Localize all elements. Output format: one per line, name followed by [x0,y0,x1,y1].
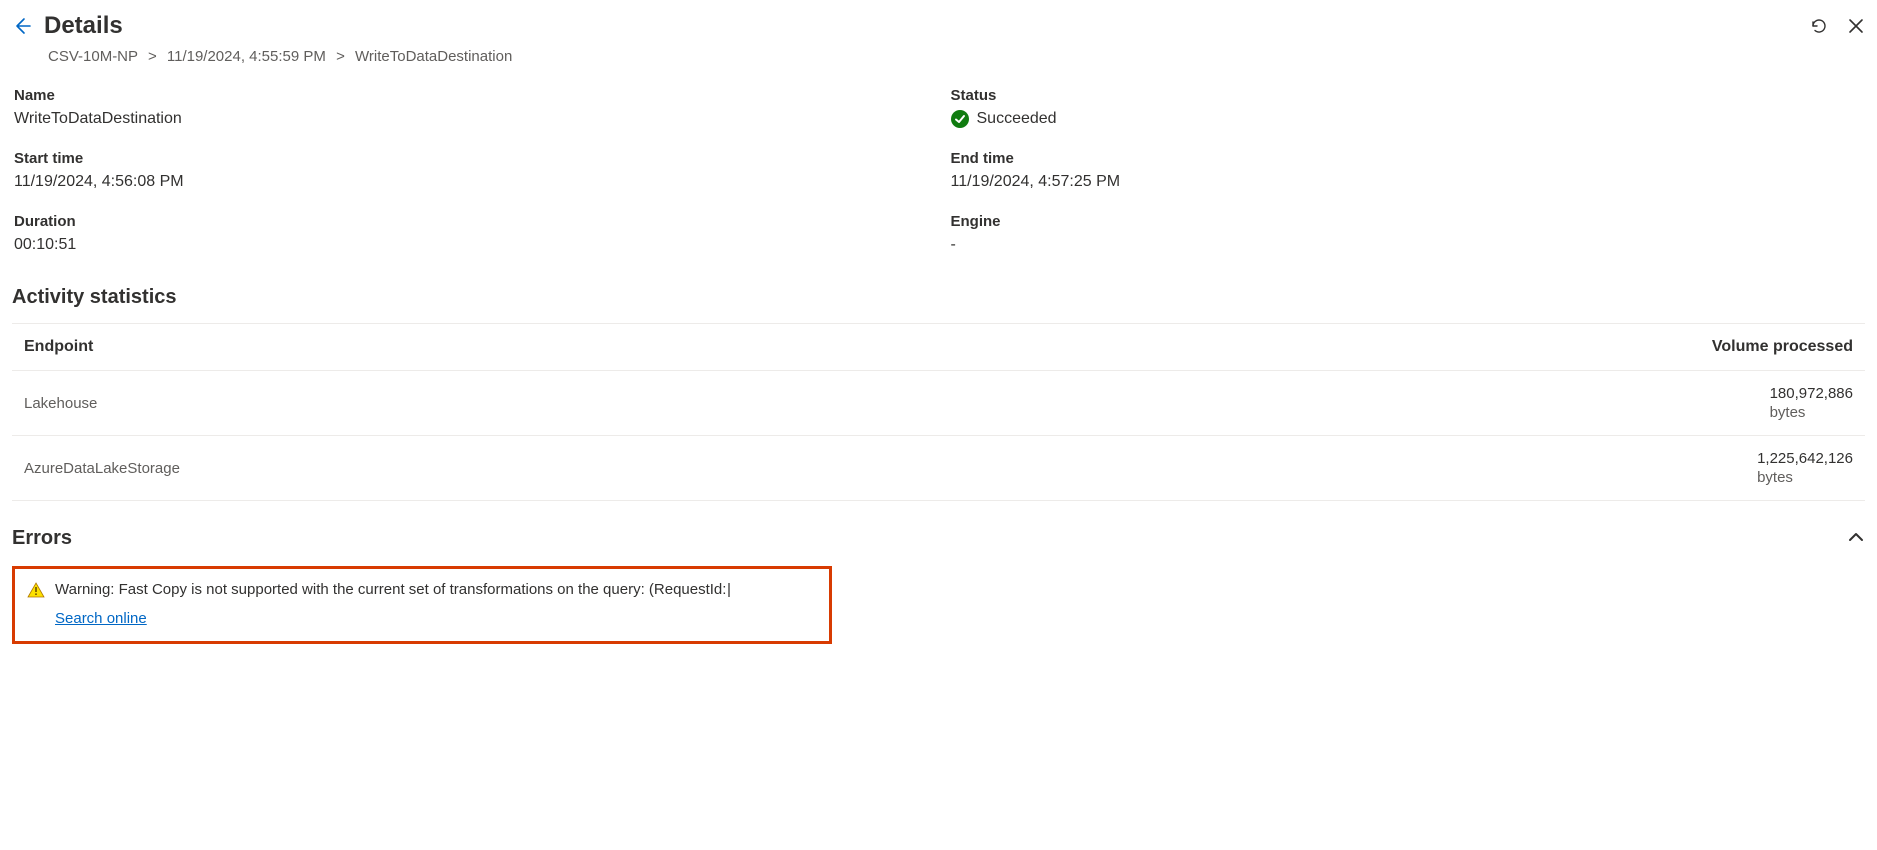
error-highlight-box: Warning: Fast Copy is not supported with… [12,566,832,644]
endpoint-cell: AzureDataLakeStorage [12,436,978,501]
breadcrumb-item: WriteToDataDestination [355,48,512,65]
error-warning-text: Warning: Fast Copy is not supported with… [55,581,726,598]
refresh-icon[interactable] [1809,16,1829,36]
search-online-link[interactable]: Search online [55,608,730,629]
table-header-row: Endpoint Volume processed [12,324,1865,371]
col-volume: Volume processed [978,324,1865,371]
end-time-value: 11/19/2024, 4:57:25 PM [951,173,1864,191]
start-time-label: Start time [14,150,927,167]
name-value: WriteToDataDestination [14,110,927,128]
warning-icon [27,581,45,602]
status-label: Status [951,87,1864,104]
errors-title: Errors [12,527,72,550]
errors-header: Errors [12,527,1865,550]
start-time-value: 11/19/2024, 4:56:08 PM [14,173,927,191]
truncated-indicator [728,583,730,597]
endpoint-cell: Lakehouse [12,371,978,436]
volume-cell: 180,972,886 bytes [978,371,1865,436]
volume-cell: 1,225,642,126 bytes [978,436,1865,501]
activity-statistics-title: Activity statistics [12,286,1865,309]
breadcrumb-item[interactable]: CSV-10M-NP [48,48,138,65]
chevron-up-icon[interactable] [1847,528,1865,549]
duration-label: Duration [14,213,927,230]
engine-value: - [951,236,1864,254]
breadcrumb: CSV-10M-NP > 11/19/2024, 4:55:59 PM > Wr… [48,48,1865,65]
end-time-label: End time [951,150,1864,167]
table-row: AzureDataLakeStorage 1,225,642,126 bytes [12,436,1865,501]
status-value: Succeeded [977,110,1057,128]
duration-value: 00:10:51 [14,236,927,254]
page-title: Details [44,12,123,40]
back-arrow-icon[interactable] [12,16,32,36]
close-icon[interactable] [1847,17,1865,35]
breadcrumb-item[interactable]: 11/19/2024, 4:55:59 PM [167,48,326,65]
success-icon [951,110,969,128]
col-endpoint: Endpoint [12,324,978,371]
engine-label: Engine [951,213,1864,230]
header-row: Details [12,12,1865,40]
activity-statistics-table: Endpoint Volume processed Lakehouse 180,… [12,323,1865,501]
info-grid: Name WriteToDataDestination Start time 1… [12,87,1865,276]
table-row: Lakehouse 180,972,886 bytes [12,371,1865,436]
name-label: Name [14,87,927,104]
